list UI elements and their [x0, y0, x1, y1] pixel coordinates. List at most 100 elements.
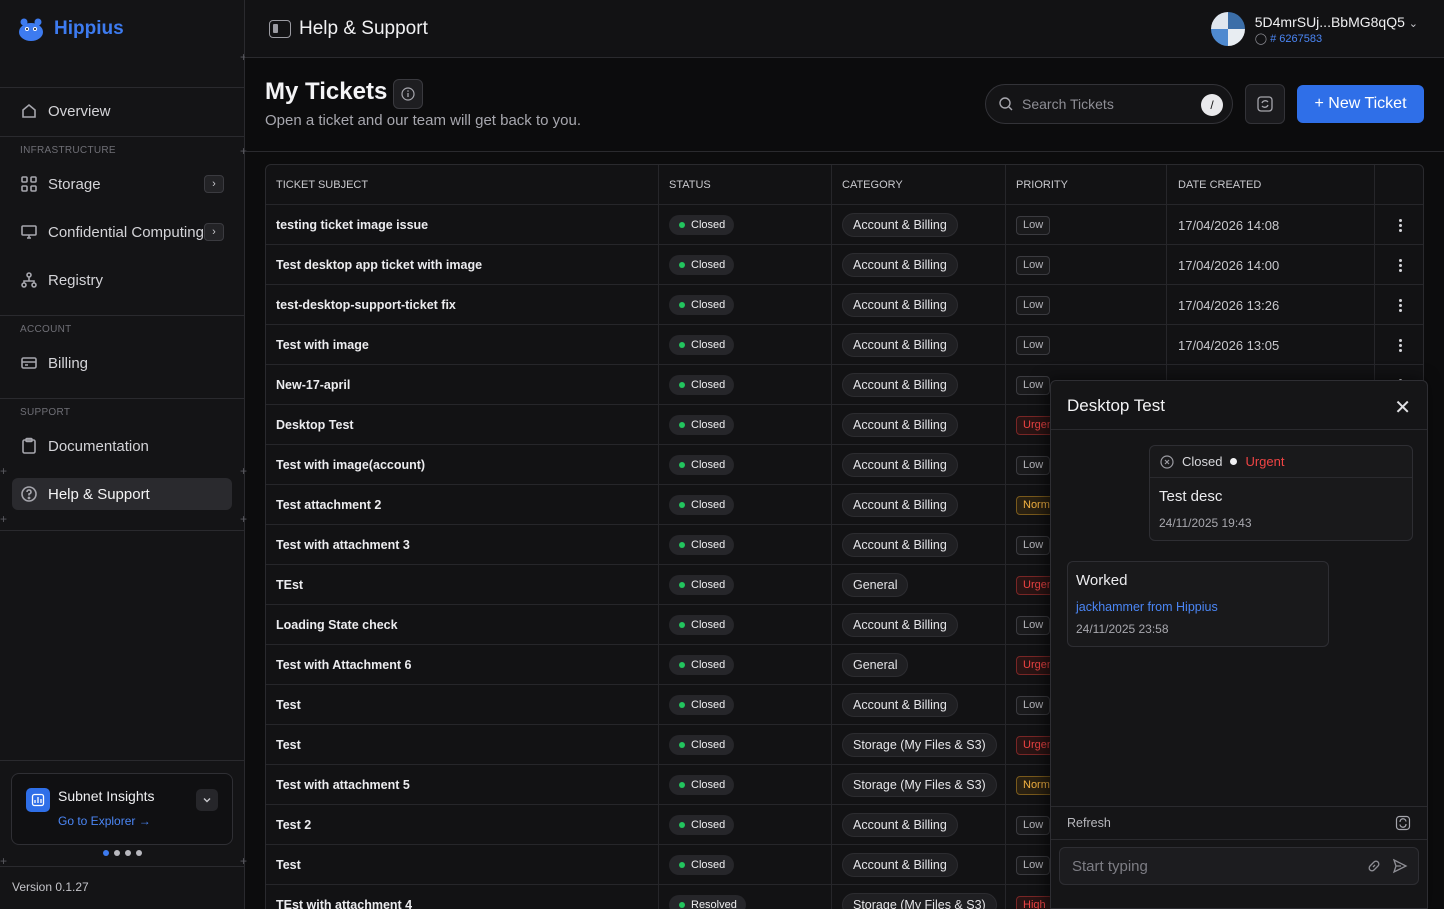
- priority-cell: Low: [1016, 205, 1051, 245]
- priority-cell: Low: [1016, 845, 1051, 885]
- status-cell: Closed: [669, 445, 735, 485]
- divider: [0, 866, 245, 867]
- status-cell: Closed: [669, 845, 735, 885]
- category-badge: Account & Billing: [842, 693, 958, 717]
- row-menu-button[interactable]: [1390, 285, 1410, 325]
- user-id-text: # 6267583: [1270, 32, 1323, 45]
- status-cell: Closed: [669, 605, 735, 645]
- user-menu[interactable]: 5D4mrSUj...BbMG8qQ5 ⌄ ◯ # 6267583: [1210, 12, 1418, 46]
- page-subtitle: Open a ticket and our team will get back…: [265, 112, 582, 129]
- corner-plus: +: [240, 854, 248, 868]
- row-menu-button[interactable]: [1390, 325, 1410, 365]
- user-address: 5D4mrSUj...BbMG8qQ5 ⌄: [1255, 14, 1418, 30]
- message-status-row: Closed Urgent: [1150, 446, 1412, 478]
- insights-toggle-button[interactable]: [196, 789, 218, 811]
- message-author: jackhammer from Hippius: [1076, 600, 1218, 614]
- message-input[interactable]: [1072, 857, 1342, 875]
- priority-badge: Low: [1016, 815, 1051, 835]
- ticket-subject: Test with image: [276, 338, 369, 352]
- status-cell: Closed: [669, 325, 735, 365]
- status-cell: Closed: [669, 565, 735, 605]
- sidebar-item-registry[interactable]: Registry: [12, 264, 232, 296]
- ticket-subject: Loading State check: [276, 618, 398, 632]
- divider: [1051, 429, 1427, 430]
- app-root: Hippius + Overview INFRASTRUCTURE + Stor…: [0, 0, 1444, 909]
- status-cell: Closed: [669, 765, 735, 805]
- section-label-account: ACCOUNT: [20, 324, 72, 335]
- message-text: Worked: [1076, 572, 1128, 589]
- info-button[interactable]: [393, 79, 423, 109]
- status-badge: Closed: [669, 775, 735, 795]
- refresh-row[interactable]: Refresh: [1051, 806, 1427, 840]
- category-cell: Account & Billing: [842, 445, 958, 485]
- home-icon: [22, 103, 36, 118]
- corner-plus: +: [240, 464, 248, 478]
- go-to-explorer-link[interactable]: Go to Explorer →: [58, 814, 151, 828]
- sidebar-item-storage[interactable]: Storage ›: [12, 168, 232, 200]
- sidebar-item-label: Billing: [48, 354, 89, 372]
- search-icon: [999, 97, 1013, 111]
- carousel-dot[interactable]: [103, 850, 109, 856]
- separator-dot: [1230, 458, 1238, 465]
- status-badge: Closed: [669, 535, 735, 555]
- page-header-title: Help & Support: [299, 18, 428, 39]
- status-cell: Resolved: [669, 885, 746, 909]
- refresh-button[interactable]: [1245, 84, 1285, 124]
- category-badge: Account & Billing: [842, 853, 958, 877]
- table-row[interactable]: Test with image Closed Account & Billing Lo…: [266, 325, 1423, 365]
- ticket-subject: Test with attachment 5: [276, 778, 410, 792]
- priority-cell: Low: [1016, 685, 1051, 725]
- sidebar-item-documentation[interactable]: Documentation: [12, 430, 232, 462]
- row-menu-button[interactable]: [1390, 245, 1410, 285]
- divider: [0, 760, 245, 761]
- status-badge: Closed: [669, 415, 735, 435]
- table-row[interactable]: testing ticket image issue Closed Account …: [266, 205, 1423, 245]
- divider: [0, 87, 245, 88]
- message-composer[interactable]: [1059, 847, 1419, 885]
- new-ticket-button[interactable]: + New Ticket: [1297, 85, 1424, 123]
- priority-cell: Low: [1016, 445, 1051, 485]
- column-header-date[interactable]: DATE CREATED: [1178, 165, 1261, 205]
- column-header-subject[interactable]: TICKET SUBJECT: [276, 165, 656, 205]
- column-header-status[interactable]: STATUS: [669, 165, 711, 205]
- status-badge: Closed: [669, 615, 735, 635]
- carousel-dot[interactable]: [136, 850, 142, 856]
- sidebar-item-billing[interactable]: Billing: [12, 347, 232, 379]
- column-header-category[interactable]: CATEGORY: [842, 165, 903, 205]
- subnet-insights-card[interactable]: Subnet Insights Go to Explorer →: [11, 773, 233, 845]
- carousel-dot[interactable]: [114, 850, 120, 856]
- refresh-icon[interactable]: [1395, 815, 1411, 831]
- link-icon[interactable]: [1366, 858, 1382, 874]
- message-timestamp: 24/11/2025 19:43: [1159, 516, 1252, 530]
- send-icon[interactable]: [1392, 858, 1408, 874]
- sidebar-item-confidential-computing[interactable]: Confidential Computing ›: [12, 216, 232, 248]
- sidebar-item-overview[interactable]: Overview: [12, 95, 232, 127]
- user-id: ◯ # 6267583: [1255, 32, 1418, 45]
- carousel-dots[interactable]: [103, 850, 142, 856]
- corner-plus: +: [0, 512, 8, 526]
- category-cell: Account & Billing: [842, 605, 958, 645]
- status-cell: Closed: [669, 365, 735, 405]
- sidebar-item-help-support[interactable]: Help & Support: [12, 478, 232, 510]
- search-input[interactable]: [1022, 96, 1192, 112]
- status-badge: Closed: [669, 495, 735, 515]
- category-cell: Account & Billing: [842, 845, 958, 885]
- chevron-right-icon[interactable]: ›: [204, 175, 224, 193]
- search-box[interactable]: /: [985, 84, 1233, 124]
- row-menu-button[interactable]: [1390, 205, 1410, 245]
- ticket-subject: Test: [276, 738, 301, 752]
- date-created: 17/04/2026 13:26: [1178, 297, 1280, 313]
- sidebar: Hippius + Overview INFRASTRUCTURE + Stor…: [0, 0, 248, 909]
- table-row[interactable]: Test desktop app ticket with image Closed…: [266, 245, 1423, 285]
- ticket-subject: testing ticket image issue: [276, 218, 429, 232]
- table-row[interactable]: test-desktop-support-ticket fix Closed Acc…: [266, 285, 1423, 325]
- brand[interactable]: Hippius: [0, 0, 244, 58]
- carousel-dot[interactable]: [125, 850, 131, 856]
- status-badge: Closed: [669, 695, 735, 715]
- column-header-priority[interactable]: PRIORITY: [1016, 165, 1068, 205]
- category-cell: Account & Billing: [842, 205, 958, 245]
- chevron-right-icon[interactable]: ›: [204, 223, 224, 241]
- category-badge: Account & Billing: [842, 453, 958, 477]
- sidebar-toggle-icon[interactable]: [269, 20, 291, 38]
- close-icon[interactable]: ✕: [1394, 395, 1411, 420]
